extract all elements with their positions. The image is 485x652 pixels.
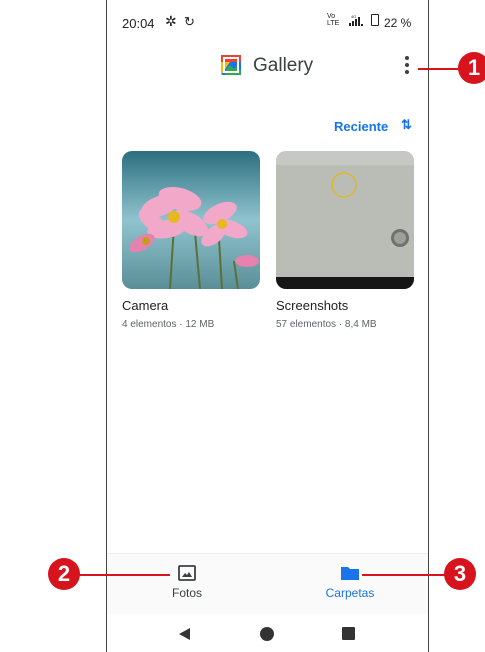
sort-arrows-icon[interactable]: ⇅ bbox=[401, 117, 412, 133]
status-bar: 20:04 ✲ ↻ Vo LTE 4G 22 % bbox=[107, 0, 428, 40]
nav-fotos[interactable]: Fotos bbox=[127, 564, 247, 600]
back-icon[interactable] bbox=[179, 628, 190, 640]
album-meta: 4 elementos · 12 MB bbox=[122, 319, 215, 330]
screenshot-preview bbox=[276, 151, 414, 289]
app-title: Gallery bbox=[253, 55, 314, 76]
bottom-navigation: Fotos Carpetas bbox=[107, 553, 428, 614]
album-meta: 57 elementos · 8,4 MB bbox=[276, 319, 377, 330]
sort-button[interactable]: Reciente bbox=[334, 119, 388, 134]
flower-photo bbox=[122, 151, 260, 289]
folder-icon bbox=[341, 567, 359, 580]
status-time: 20:04 bbox=[122, 16, 155, 31]
net-top: Vo bbox=[327, 13, 336, 20]
gallery-logo-icon bbox=[221, 55, 241, 75]
album-screenshots[interactable]: Screenshots 57 elementos · 8,4 MB bbox=[276, 151, 414, 330]
nav-fotos-label: Fotos bbox=[171, 586, 202, 600]
album-name: Screenshots bbox=[276, 298, 349, 313]
callout-2: 2 bbox=[48, 558, 80, 590]
gear-icon: ✲ bbox=[165, 13, 177, 29]
callout-3: 3 bbox=[444, 558, 476, 590]
album-name: Camera bbox=[122, 298, 169, 313]
album-camera-thumbnail[interactable] bbox=[122, 151, 260, 289]
photo-icon bbox=[178, 565, 196, 581]
recents-icon[interactable] bbox=[342, 627, 355, 640]
net-4g: 4G bbox=[351, 14, 356, 19]
callout-2-line bbox=[78, 574, 170, 576]
callout-1: 1 bbox=[458, 52, 485, 84]
net-bottom: LTE bbox=[327, 20, 340, 27]
sync-icon: ↻ bbox=[184, 14, 195, 29]
battery-icon bbox=[371, 14, 379, 26]
signal-icon: 4G bbox=[349, 14, 363, 26]
album-screenshots-thumbnail[interactable] bbox=[276, 151, 414, 289]
system-navigation-bar bbox=[107, 616, 428, 652]
callout-3-line bbox=[362, 574, 452, 576]
battery-percent: 22 % bbox=[384, 16, 412, 30]
nav-carpetas-label: Carpetas bbox=[325, 586, 375, 600]
home-icon[interactable] bbox=[260, 627, 274, 641]
network-type-label: Vo LTE bbox=[327, 13, 339, 27]
more-vert-icon[interactable] bbox=[397, 50, 417, 80]
album-camera[interactable]: Camera 4 elementos · 12 MB bbox=[122, 151, 260, 330]
nav-carpetas[interactable]: Carpetas bbox=[290, 564, 410, 600]
phone-screen: 20:04 ✲ ↻ Vo LTE 4G 22 % Gallery Recient… bbox=[106, 0, 429, 652]
